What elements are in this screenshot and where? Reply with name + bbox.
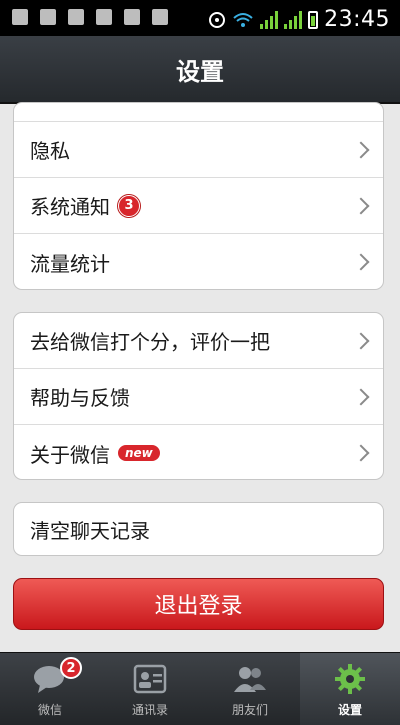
wifi-icon: [233, 12, 253, 27]
notification-count-badge: 3: [118, 194, 140, 217]
gear-icon: [331, 661, 369, 697]
notification-icon: [40, 9, 56, 25]
contacts-card-icon: [131, 661, 169, 697]
android-icon: [68, 9, 84, 25]
settings-item-label: 系统通知: [30, 195, 110, 219]
tab-chats[interactable]: 2 微信: [0, 653, 100, 725]
tab-friends[interactable]: 朋友们: [200, 653, 300, 725]
status-indicators: 23:45: [208, 7, 390, 32]
status-notifications: [12, 9, 168, 25]
settings-item-label: 去给微信打个分，评价一把: [30, 330, 270, 354]
logout-label: 退出登录: [154, 594, 243, 619]
settings-item-label: 流量统计: [30, 251, 110, 276]
signal-icon: [260, 10, 279, 29]
chevron-right-icon: [352, 197, 370, 214]
settings-item-about[interactable]: 关于微信 new: [14, 425, 383, 479]
settings-item-traffic-stats[interactable]: 流量统计: [14, 234, 383, 289]
settings-item-rate-app[interactable]: 去给微信打个分，评价一把: [14, 313, 383, 369]
tab-settings[interactable]: 设置: [300, 653, 400, 725]
settings-item-notifications[interactable]: 系统通知 3: [14, 178, 383, 234]
settings-item-label: 帮助与反馈: [30, 386, 130, 410]
clock: 23:45: [324, 7, 390, 32]
chevron-right-icon: [352, 444, 370, 462]
new-badge: new: [118, 445, 160, 461]
tab-label: 朋友们: [231, 703, 268, 717]
chevron-right-icon: [352, 388, 370, 405]
signal-icon: [284, 10, 303, 29]
settings-group-clear: 清空聊天记录: [13, 502, 384, 556]
settings-item-privacy[interactable]: 隐私: [14, 122, 383, 178]
bottom-tab-bar: 2 微信 通讯录 朋友们 设置: [0, 652, 400, 725]
notification-icon: [152, 9, 168, 25]
tab-label: 通讯录: [131, 703, 168, 717]
friends-icon: [231, 661, 269, 697]
chevron-right-icon: [352, 141, 370, 158]
tab-label: 设置: [337, 703, 362, 717]
notification-icon: [124, 9, 140, 25]
logout-button[interactable]: 退出登录: [13, 578, 384, 630]
tab-label: 微信: [37, 703, 62, 717]
tab-contacts[interactable]: 通讯录: [100, 653, 200, 725]
chevron-right-icon: [352, 253, 370, 271]
sync-icon: [209, 11, 226, 28]
notification-icon: [12, 9, 28, 25]
page-title: 设置: [176, 57, 224, 86]
settings-item-label: 隐私: [30, 139, 70, 163]
usb-icon: [96, 9, 112, 25]
status-bar: 23:45: [0, 0, 400, 36]
battery-icon: [308, 10, 319, 29]
unread-count-badge: 2: [60, 657, 82, 679]
settings-item-label: 清空聊天记录: [30, 518, 150, 543]
clear-chat-history-button[interactable]: 清空聊天记录: [14, 503, 383, 555]
chevron-right-icon: [352, 332, 370, 349]
list-item[interactable]: [14, 103, 383, 122]
settings-item-label: 关于微信: [30, 442, 110, 467]
settings-group-privacy: 隐私 系统通知 3 流量统计: [13, 102, 384, 290]
settings-group-about: 去给微信打个分，评价一把 帮助与反馈 关于微信 new: [13, 312, 384, 480]
title-bar: 设置: [0, 36, 400, 104]
settings-item-help-feedback[interactable]: 帮助与反馈: [14, 369, 383, 425]
